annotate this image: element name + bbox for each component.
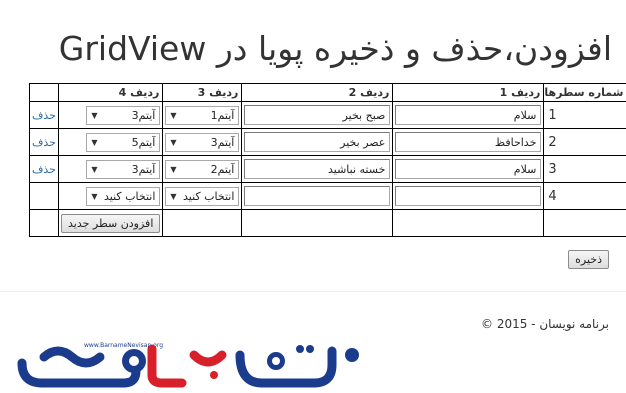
cell-column-3: آیتم3 ▼ (162, 128, 243, 156)
column-3-dropdown[interactable]: انتخاب کنید ▼ (165, 186, 240, 206)
chevron-down-icon: ▼ (170, 137, 177, 147)
footer-copyright: © 2015 - برنامه نویسان (481, 317, 609, 331)
header-column-4: ردیف 4 (57, 83, 164, 102)
column-1-input[interactable] (395, 159, 542, 179)
column-2-input[interactable] (244, 105, 391, 125)
barnamenevisan-logo: www.BarnameNevisan.org (17, 342, 359, 388)
column-4-dropdown[interactable]: آیتم3 ▼ (86, 105, 161, 125)
footer-divider (0, 291, 626, 292)
delete-row-link[interactable]: حذف (32, 136, 56, 149)
column-4-dropdown[interactable]: آیتم3 ▼ (86, 159, 161, 179)
cell-column-3: آیتم2 ▼ (162, 155, 243, 183)
table-row: 4 انتخاب کنید ▼ انتخاب کنید ▼ (29, 182, 626, 210)
dropdown-value: آیتم2 (210, 162, 235, 176)
column-1-input[interactable] (395, 132, 542, 152)
cell-column-1 (392, 101, 545, 129)
delete-row-link[interactable]: حذف (32, 109, 56, 122)
add-row-button[interactable]: افزودن سطر جدید (60, 213, 161, 233)
cell-column-3: آیتم1 ▼ (162, 101, 243, 129)
footer-cell-empty (241, 209, 394, 237)
gridview-table: شماره سطرها ردیف 1 ردیف 2 ردیف 3 ردیف 4 … (29, 83, 626, 237)
cell-actions: حذف (29, 101, 59, 129)
column-2-input[interactable] (244, 159, 391, 179)
footer-cell-empty (162, 209, 243, 237)
header-row-number: شماره سطرها (543, 83, 626, 102)
cell-column-2 (241, 101, 394, 129)
row-number: 2 (543, 128, 626, 156)
cell-column-2 (241, 155, 394, 183)
chevron-down-icon: ▼ (170, 191, 177, 201)
dropdown-value: آیتم3 (210, 135, 235, 149)
column-3-dropdown[interactable]: آیتم2 ▼ (165, 159, 240, 179)
header-column-2: ردیف 2 (241, 83, 394, 102)
delete-row-link[interactable]: حذف (32, 163, 56, 176)
chevron-down-icon: ▼ (91, 191, 98, 201)
table-row: 2 آیتم3 ▼ آیتم5 ▼ حذف (29, 128, 626, 156)
header-column-1: ردیف 1 (392, 83, 545, 102)
column-2-input[interactable] (244, 186, 391, 206)
footer-cell-empty (29, 209, 59, 237)
chevron-down-icon: ▼ (91, 137, 98, 147)
page-title: افزودن،حذف و ذخیره پویا در GridView (58, 29, 612, 68)
row-number: 3 (543, 155, 626, 183)
cell-column-1 (392, 128, 545, 156)
chevron-down-icon: ▼ (91, 110, 98, 120)
cell-column-4: انتخاب کنید ▼ (57, 182, 164, 210)
column-4-dropdown[interactable]: آیتم5 ▼ (86, 132, 161, 152)
dropdown-value: انتخاب کنید (103, 189, 156, 203)
header-row: شماره سطرها ردیف 1 ردیف 2 ردیف 3 ردیف 4 (29, 83, 626, 102)
chevron-down-icon: ▼ (91, 164, 98, 174)
cell-actions (29, 182, 59, 210)
dropdown-value: آیتم1 (210, 108, 235, 122)
cell-column-4: آیتم5 ▼ (57, 128, 164, 156)
dropdown-value: انتخاب کنید (182, 189, 235, 203)
table-row: 3 آیتم2 ▼ آیتم3 ▼ حذف (29, 155, 626, 183)
cell-column-2 (241, 128, 394, 156)
cell-column-1 (392, 155, 545, 183)
column-4-dropdown[interactable]: انتخاب کنید ▼ (86, 186, 161, 206)
dropdown-value: آیتم5 (131, 135, 156, 149)
column-2-input[interactable] (244, 132, 391, 152)
cell-column-3: انتخاب کنید ▼ (162, 182, 243, 210)
cell-actions: حذف (29, 128, 59, 156)
cell-column-4: آیتم3 ▼ (57, 155, 164, 183)
dropdown-value: آیتم3 (131, 162, 156, 176)
row-number: 4 (543, 182, 626, 210)
chevron-down-icon: ▼ (170, 110, 177, 120)
column-3-dropdown[interactable]: آیتم3 ▼ (165, 132, 240, 152)
footer-cell-empty (543, 209, 626, 237)
row-number: 1 (543, 101, 626, 129)
footer-cell-add: افزودن سطر جدید (57, 209, 164, 237)
column-1-input[interactable] (395, 105, 542, 125)
cell-column-1 (392, 182, 545, 210)
dropdown-value: آیتم3 (131, 108, 156, 122)
cell-actions: حذف (29, 155, 59, 183)
grid-footer-row: افزودن سطر جدید (29, 209, 626, 237)
save-button[interactable]: ذخیره (568, 250, 609, 269)
header-column-3: ردیف 3 (162, 83, 243, 102)
table-row: 1 آیتم1 ▼ آیتم3 ▼ حذف (29, 101, 626, 129)
chevron-down-icon: ▼ (170, 164, 177, 174)
cell-column-2 (241, 182, 394, 210)
cell-column-4: آیتم3 ▼ (57, 101, 164, 129)
footer-cell-empty (392, 209, 545, 237)
column-3-dropdown[interactable]: آیتم1 ▼ (165, 105, 240, 125)
column-1-input[interactable] (395, 186, 542, 206)
logo-brand-mark (17, 344, 359, 388)
header-actions (29, 83, 59, 102)
